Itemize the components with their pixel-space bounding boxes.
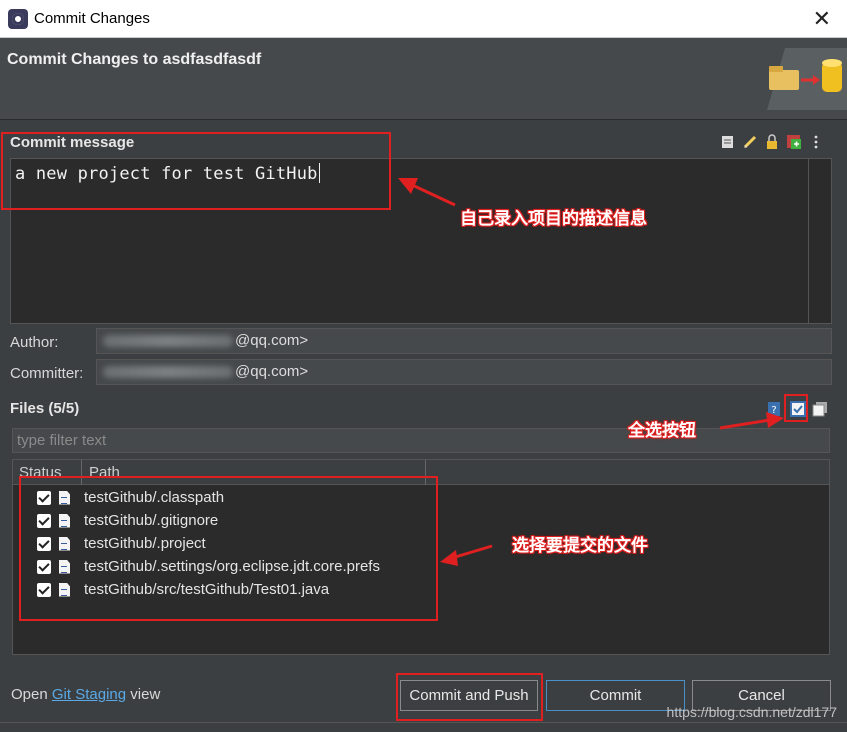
file-path: testGithub/.project xyxy=(84,535,206,552)
window-title: Commit Changes xyxy=(34,10,150,27)
spellcheck-icon[interactable] xyxy=(720,134,736,150)
file-icon xyxy=(59,513,70,528)
git-staging-link[interactable]: Git Staging xyxy=(52,686,126,703)
file-checkbox[interactable] xyxy=(37,536,51,551)
deselect-all-icon[interactable] xyxy=(812,401,828,417)
close-icon[interactable]: ✕ xyxy=(813,6,831,32)
dialog-heading: Commit Changes to asdfasdfasdf xyxy=(7,51,262,68)
select-all-annotation: 全选按钮 xyxy=(628,421,696,440)
file-row[interactable]: testGithub/.project xyxy=(37,532,206,555)
committer-email-suffix: @qq.com> xyxy=(235,363,309,380)
file-checkbox[interactable] xyxy=(37,582,51,597)
path-column-header[interactable]: Path xyxy=(89,464,120,481)
file-path: testGithub/src/testGithub/Test01.java xyxy=(84,581,330,598)
file-path: testGithub/.classpath xyxy=(84,489,225,506)
file-icon xyxy=(59,559,70,574)
change-id-icon[interactable] xyxy=(786,134,802,150)
committer-label: Committer: xyxy=(10,365,84,382)
commit-and-push-button[interactable]: Commit and Push xyxy=(400,680,538,711)
commit-message-text: a new project for test GitHub xyxy=(15,163,320,184)
file-path: testGithub/.settings/org.eclipse.jdt.cor… xyxy=(84,558,380,575)
author-email-suffix: @qq.com> xyxy=(235,332,309,349)
file-checkbox[interactable] xyxy=(37,559,51,574)
commit-banner-icon xyxy=(767,48,847,110)
files-table-header: Status Path xyxy=(13,460,829,485)
author-input[interactable]: @qq.com> xyxy=(96,328,832,354)
files-label: Files (5/5) xyxy=(10,400,80,417)
committer-input[interactable]: @qq.com> xyxy=(96,359,832,385)
file-icon xyxy=(59,536,70,551)
file-icon xyxy=(59,490,70,505)
file-icon xyxy=(59,582,70,597)
window-titlebar: Commit Changes ✕ xyxy=(0,0,847,38)
file-row[interactable]: testGithub/.classpath xyxy=(37,486,224,509)
show-untracked-icon[interactable]: ? xyxy=(766,401,782,417)
commit-message-input[interactable]: a new project for test GitHub xyxy=(10,158,832,324)
commit-message-label: Commit message xyxy=(10,134,135,151)
file-row[interactable]: testGithub/.settings/org.eclipse.jdt.cor… xyxy=(37,555,380,578)
background-statusbar xyxy=(0,722,847,732)
lock-icon[interactable] xyxy=(764,134,780,150)
watermark: https://blog.csdn.net/zdl177 xyxy=(666,704,837,720)
status-column-header[interactable]: Status xyxy=(19,464,62,481)
commit-button[interactable]: Commit xyxy=(546,680,685,711)
column-separator xyxy=(81,460,82,485)
eclipse-icon xyxy=(8,8,28,29)
column-separator xyxy=(425,460,426,485)
text-caret xyxy=(318,163,320,183)
redacted-author xyxy=(103,335,233,348)
open-staging-text: Open Git Staging view xyxy=(11,686,160,703)
svg-text:?: ? xyxy=(771,405,776,416)
file-path: testGithub/.gitignore xyxy=(84,512,219,529)
sign-off-icon[interactable] xyxy=(742,134,758,150)
file-filter-input[interactable]: type filter text xyxy=(12,428,830,453)
open-suffix: view xyxy=(130,686,161,703)
redacted-committer xyxy=(103,366,233,379)
message-annotation: 自己录入项目的描述信息 xyxy=(460,209,647,228)
dialog-header: Commit Changes to asdfasdfasdf xyxy=(0,38,847,120)
message-margin-line xyxy=(808,159,809,323)
file-checkbox[interactable] xyxy=(37,490,51,505)
file-row[interactable]: testGithub/.gitignore xyxy=(37,509,218,532)
message-toolbar xyxy=(720,134,824,150)
files-table: Status Path testGithub/.classpath testGi… xyxy=(12,459,830,655)
file-row[interactable]: testGithub/src/testGithub/Test01.java xyxy=(37,578,329,601)
select-all-icon[interactable] xyxy=(790,401,806,417)
author-label: Author: xyxy=(10,334,59,351)
more-options-icon[interactable] xyxy=(808,134,824,150)
files-annotation: 选择要提交的文件 xyxy=(512,536,648,555)
file-checkbox[interactable] xyxy=(37,513,51,528)
open-prefix: Open xyxy=(11,686,48,703)
